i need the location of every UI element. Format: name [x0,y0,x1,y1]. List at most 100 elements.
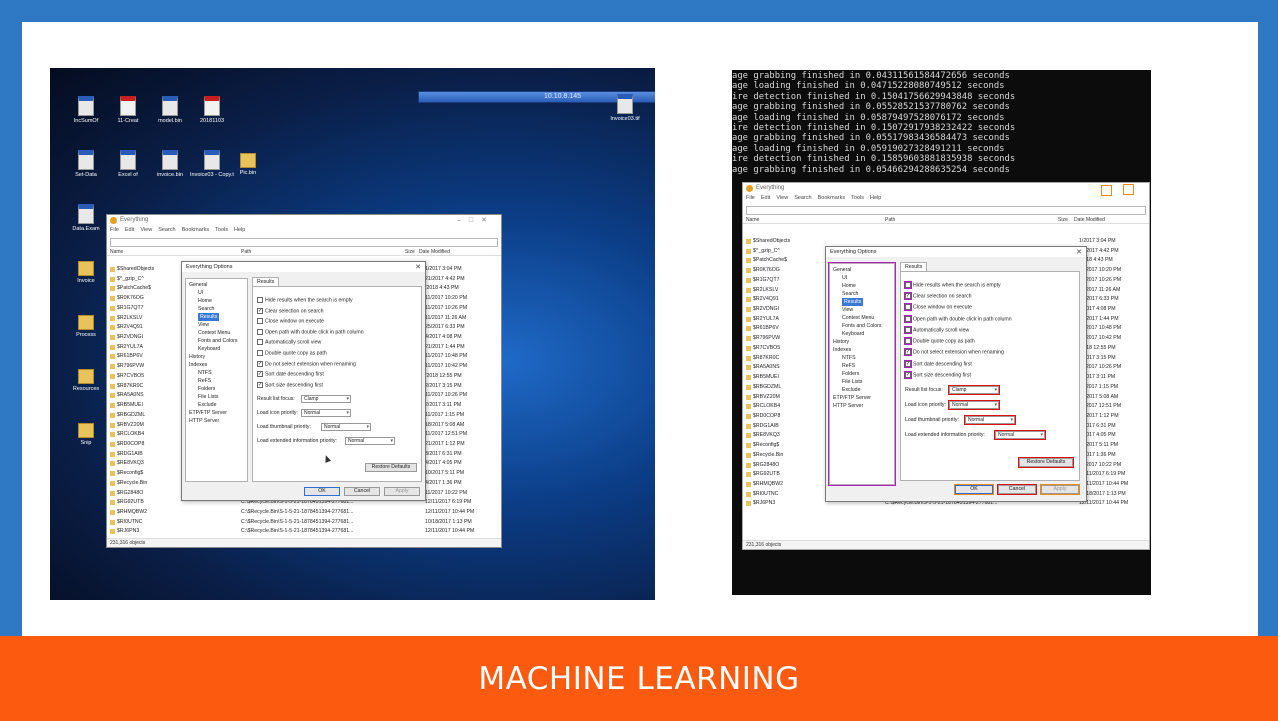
menu-item[interactable]: View [140,227,152,233]
option-checkbox-row[interactable]: ✓ Sort size descending first [257,381,323,389]
checkbox-icon[interactable] [257,328,263,335]
tree-item[interactable]: General [189,281,244,289]
tab-results[interactable]: Results [900,262,928,271]
option-checkbox-row[interactable]: Open path with double click in path colu… [257,328,364,336]
desktop-icon[interactable]: Set-Data [64,150,108,186]
col-size[interactable]: Size [1058,217,1068,223]
tree-item[interactable]: HTTP Server [833,402,891,410]
apply-button[interactable]: Apply [384,487,420,496]
checkbox-icon[interactable] [257,318,263,325]
checkbox-icon[interactable] [904,325,912,334]
tree-item[interactable]: ETP/FTP Server [833,394,891,402]
tree-item[interactable]: Indexes [189,361,244,369]
checkbox-icon[interactable] [257,297,263,303]
menu-item[interactable]: Bookmarks [818,195,846,201]
desktop-icon[interactable]: Snip [64,420,108,456]
option-checkbox-row[interactable]: Double quote copy as path [257,350,327,357]
tree-item[interactable]: ETP/FTP Server [189,409,244,417]
option-checkbox-row[interactable]: Automatically scroll view [257,339,321,346]
tree-item[interactable]: View [189,321,244,329]
tree-item[interactable]: Context Menu [189,329,244,337]
menu-item[interactable]: Edit [125,227,134,233]
tree-item[interactable]: Context Menu [833,314,891,322]
tree-item[interactable]: Fonts and Colors [189,337,244,345]
menu-item[interactable]: File [110,227,119,233]
option-checkbox-row[interactable]: ✓ Do not select extension when renaming [257,360,356,368]
desktop-icon[interactable]: 20181103 [190,96,234,132]
tree-item[interactable]: Results [189,313,244,321]
close-icon[interactable]: ✕ [1076,248,1082,256]
menu-item[interactable]: Help [234,227,245,233]
tree-item[interactable]: Keyboard [189,345,244,353]
close-icon[interactable]: ✕ [415,263,421,271]
col-path[interactable]: Path [241,249,251,255]
option-checkbox-row[interactable]: ✓ Do not select extension when renaming [904,348,1004,357]
checkbox-checked-icon[interactable]: ✓ [257,381,263,388]
desktop-icon[interactable]: Pic.bin [226,150,270,186]
desktop-icon[interactable]: Excel of [106,150,150,186]
option-checkbox-row[interactable]: Hide results when the search is empty [257,297,353,304]
tree-item[interactable]: Results [833,298,891,306]
option-checkbox-row[interactable]: ✓ Sort date descending first [904,359,972,368]
select-dropdown[interactable]: Normal ▾ [994,429,1046,440]
desktop-icon[interactable]: model.bin [148,96,192,132]
checkbox-icon[interactable] [904,337,912,346]
tree-item[interactable]: HTTP Server [189,417,244,425]
tree-item[interactable]: Folders [833,370,891,378]
menu-item[interactable]: View [776,195,788,201]
tree-item[interactable]: File Lists [189,393,244,401]
restore-defaults-button[interactable]: Restore Defaults [365,463,417,472]
option-checkbox-row[interactable]: Close window on execute [904,303,972,312]
tree-item[interactable]: View [833,306,891,314]
tree-item[interactable]: NTFS [833,354,891,362]
desktop-icon[interactable]: invoice.bin [148,150,192,186]
tree-item[interactable]: UI [833,274,891,282]
tree-item[interactable]: File Lists [833,378,891,386]
checkbox-checked-icon[interactable]: ✓ [257,307,263,314]
table-row[interactable]: $RJ6PN3 C:\$Recycle.Bin\S-1-5-21-18784513… [107,527,501,537]
tree-item[interactable]: ReFS [189,377,244,385]
checkbox-checked-icon[interactable]: ✓ [904,359,912,368]
tree-item[interactable]: Home [189,297,244,305]
ok-button[interactable]: OK [954,484,994,495]
table-row[interactable]: $RI0UTNC C:\$Recycle.Bin\S-1-5-21-1878451… [107,518,501,528]
option-checkbox-row[interactable]: Double quote copy as path [904,337,975,346]
checkbox-checked-icon[interactable]: ✓ [904,370,912,379]
col-size[interactable]: Size [405,249,415,255]
checkbox-checked-icon[interactable]: ✓ [904,292,912,301]
menu-item[interactable]: Bookmarks [182,227,210,233]
tree-item[interactable]: General [833,266,891,274]
window-controls[interactable]: –□✕ [457,216,495,224]
checkbox-icon[interactable] [904,314,912,323]
col-name[interactable]: Name [110,249,123,255]
search-input[interactable] [110,238,498,247]
select-dropdown[interactable]: Clamp ▾ [948,385,1000,396]
table-row[interactable]: $RHMQBW2 C:\$Recycle.Bin\S-1-5-21-1878451… [107,508,501,518]
search-input[interactable] [746,206,1146,215]
checkbox-icon[interactable] [904,281,912,289]
tab-results[interactable]: Results [252,277,280,286]
select-dropdown[interactable]: Normal ▾ [345,437,395,446]
select-dropdown[interactable]: Normal ▾ [964,414,1016,425]
tree-item[interactable]: History [189,353,244,361]
checkbox-icon[interactable] [257,339,263,346]
option-checkbox-row[interactable]: Hide results when the search is empty [904,281,1001,289]
menu-item[interactable]: Tools [215,227,228,233]
ok-button[interactable]: OK [304,487,340,496]
select-dropdown[interactable]: Normal ▾ [301,409,351,418]
select-dropdown[interactable]: Normal ▾ [948,399,1000,410]
tree-item[interactable]: History [833,338,891,346]
checkbox-icon[interactable] [904,303,912,312]
tree-item[interactable]: UI [189,289,244,297]
option-checkbox-row[interactable]: Automatically scroll view [904,325,969,334]
tree-item[interactable]: Folders [189,385,244,393]
tree-item[interactable]: Home [833,282,891,290]
select-dropdown[interactable]: Clamp ▾ [301,395,351,404]
option-checkbox-row[interactable]: ✓ Clear selection on search [904,292,972,301]
option-checkbox-row[interactable]: ✓ Sort date descending first [257,371,324,378]
menu-item[interactable]: Edit [761,195,770,201]
col-date[interactable]: Date Modified [419,249,450,255]
cancel-button[interactable]: Cancel [997,484,1037,495]
apply-button[interactable]: Apply [1040,484,1080,495]
checkbox-checked-icon[interactable]: ✓ [257,371,263,378]
